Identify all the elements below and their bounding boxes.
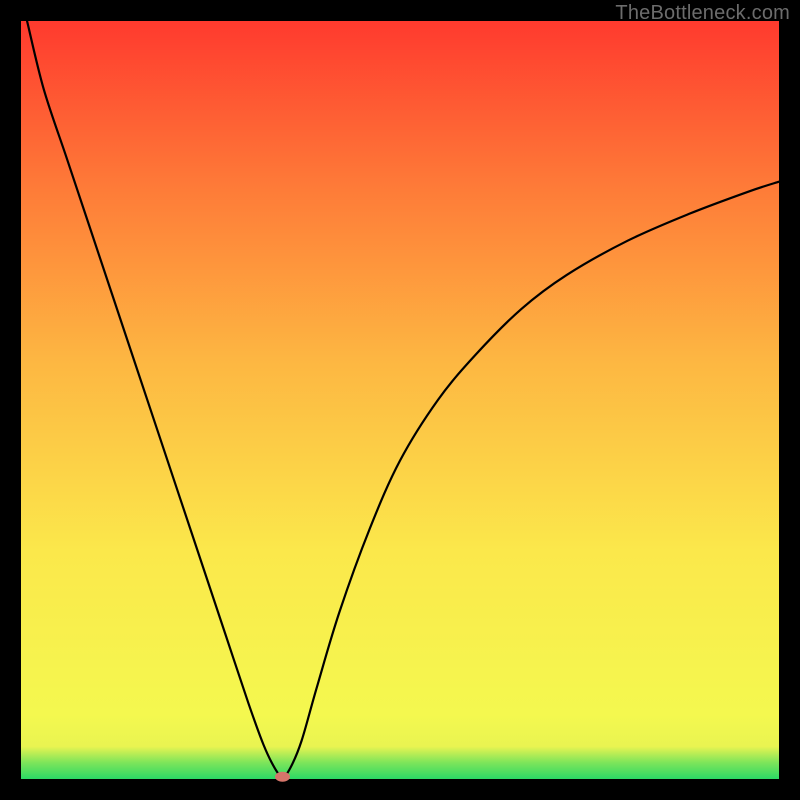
chart-frame: TheBottleneck.com [0,0,800,800]
minimum-marker [275,772,290,782]
attribution-label: TheBottleneck.com [615,2,790,25]
curve-svg [21,21,779,779]
plot-area [21,21,779,779]
bottleneck-curve [27,21,779,777]
